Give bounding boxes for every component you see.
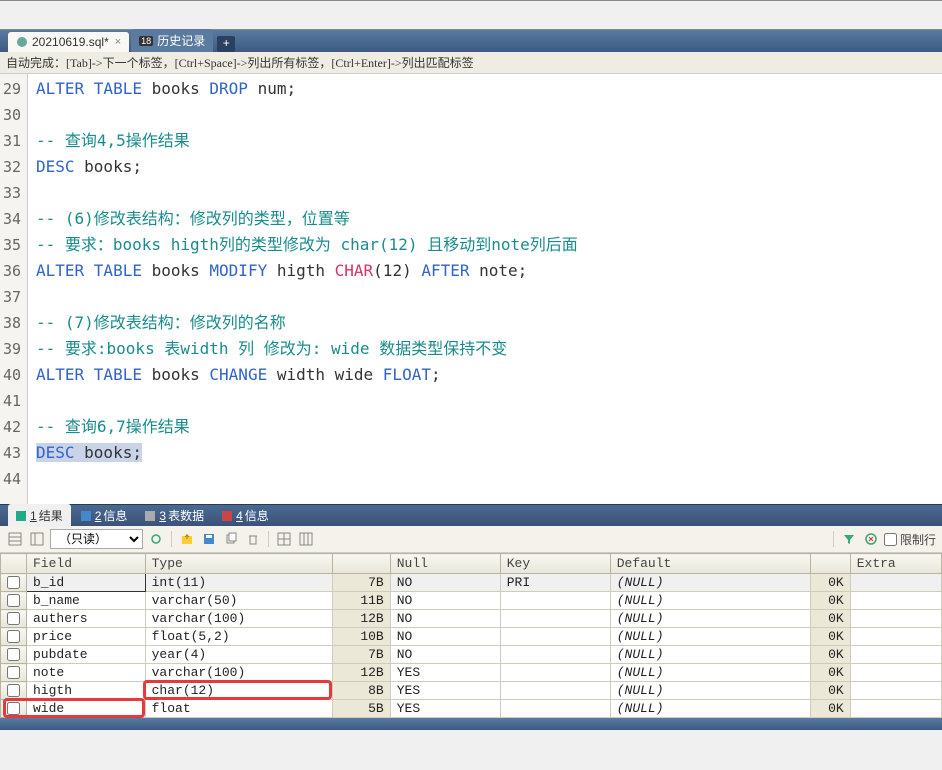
col-header[interactable]: Default — [610, 554, 810, 574]
table-row[interactable]: pubdateyear(4)7BNO(NULL)0K — [1, 646, 942, 664]
status-bar — [0, 718, 942, 730]
reset-filter-icon[interactable] — [862, 530, 880, 548]
table-row[interactable]: pricefloat(5,2)10BNO(NULL)0K — [1, 628, 942, 646]
result-tab-信息[interactable]: 2 信息 — [73, 504, 136, 527]
delete-icon[interactable] — [244, 530, 262, 548]
save-icon[interactable] — [200, 530, 218, 548]
code-editor[interactable]: 29303132333435363738394041424344 ALTER T… — [0, 74, 942, 504]
close-icon[interactable]: × — [115, 36, 121, 48]
filter-icon[interactable] — [840, 530, 858, 548]
result-tab-bar: 1 结果2 信息3 表数据4 信息 — [0, 504, 942, 526]
sql-file-icon — [16, 36, 28, 48]
window-titlebar-area — [0, 0, 942, 30]
export-icon[interactable] — [178, 530, 196, 548]
table-row[interactable]: b_namevarchar(50)11BNO(NULL)0K — [1, 592, 942, 610]
table-row[interactable]: notevarchar(100)12BYES(NULL)0K — [1, 664, 942, 682]
file-tab-bar: 20210619.sql* × 18 历史记录 + — [0, 30, 942, 52]
grid-icon[interactable] — [6, 530, 24, 548]
table-row[interactable]: widefloat5BYES(NULL)0K — [1, 700, 942, 718]
result-tab-信息[interactable]: 4 信息 — [214, 504, 277, 527]
tab-label: 20210619.sql* — [32, 35, 109, 49]
limit-rows-checkbox[interactable]: 限制行 — [884, 531, 936, 548]
readonly-select[interactable]: （只读） — [50, 529, 143, 549]
add-tab-button[interactable]: + — [217, 36, 235, 52]
table-row[interactable]: b_idint(11)7BNOPRI(NULL)0K — [1, 574, 942, 592]
result-tab-结果[interactable]: 1 结果 — [8, 504, 71, 527]
tab-sql-file[interactable]: 20210619.sql* × — [8, 32, 129, 52]
result-grid-container: FieldType NullKeyDefault Extrab_idint(11)7… — [0, 553, 942, 718]
tab-history[interactable]: 18 历史记录 — [131, 29, 213, 52]
form-icon[interactable] — [28, 530, 46, 548]
code-area[interactable]: ALTER TABLE books DROP num; -- 查询4,5操作结果… — [28, 74, 942, 504]
result-tab-表数据[interactable]: 3 表数据 — [137, 504, 212, 527]
col-header[interactable] — [810, 554, 850, 574]
col-header[interactable] — [332, 554, 390, 574]
copy-icon[interactable] — [222, 530, 240, 548]
autocomplete-hint: 自动完成：[Tab]->下一个标签，[Ctrl+Space]->列出所有标签，[… — [0, 52, 942, 74]
line-gutter: 29303132333435363738394041424344 — [0, 74, 28, 504]
col-header[interactable]: Field — [27, 554, 146, 574]
grid3-icon[interactable] — [297, 530, 315, 548]
col-header[interactable]: Key — [500, 554, 610, 574]
col-header[interactable]: Null — [390, 554, 500, 574]
col-header[interactable]: Extra — [850, 554, 941, 574]
grid2-icon[interactable] — [275, 530, 293, 548]
history-badge: 18 — [139, 36, 153, 46]
table-row[interactable]: higthchar(12)8BYES(NULL)0K — [1, 682, 942, 700]
col-header[interactable]: Type — [145, 554, 332, 574]
result-grid[interactable]: FieldType NullKeyDefault Extrab_idint(11)7… — [0, 553, 942, 718]
result-toolbar: （只读） 限制行 — [0, 526, 942, 553]
tab-label: 历史记录 — [157, 32, 205, 49]
table-row[interactable]: authersvarchar(100)12BNO(NULL)0K — [1, 610, 942, 628]
refresh-icon[interactable] — [147, 530, 165, 548]
